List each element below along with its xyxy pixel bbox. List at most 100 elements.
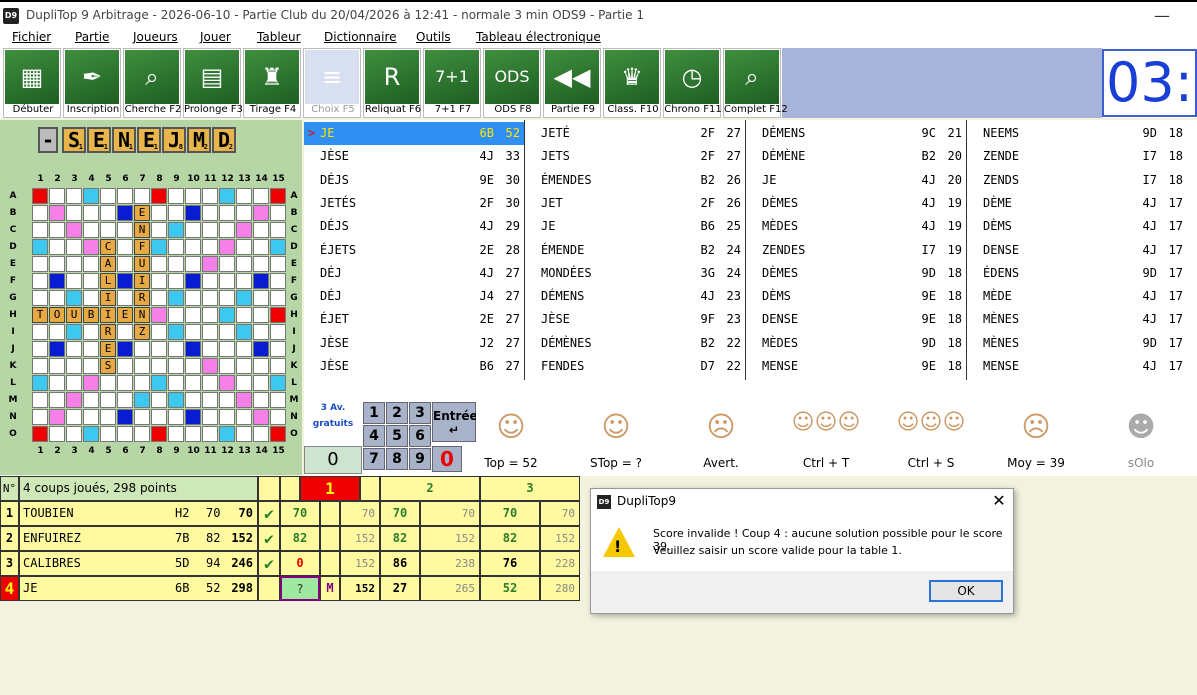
solution-row[interactable]: ÉJETS 2E 28 [304,239,524,262]
board-square[interactable] [117,324,133,340]
board-tile[interactable]: U [134,256,150,272]
board-square[interactable] [66,273,82,289]
board-tile[interactable]: E [100,341,116,357]
board-square[interactable] [202,188,218,204]
solution-row[interactable]: FENDES D7 22 [525,355,745,378]
board-square[interactable] [117,392,133,408]
board-square[interactable] [270,375,286,391]
board-square[interactable] [202,290,218,306]
board-square[interactable] [32,273,48,289]
menu-joueurs[interactable]: Joueurs [133,30,178,44]
board-square[interactable] [83,222,99,238]
solution-row[interactable]: ÉJET 2E 27 [304,308,524,331]
board-tile[interactable]: U [66,307,82,323]
board-square[interactable] [168,341,184,357]
board-square[interactable] [117,409,133,425]
keypad-8[interactable]: 8 [386,448,408,470]
solution-row[interactable]: DÉJS 9E 30 [304,169,524,192]
board-square[interactable] [49,358,65,374]
board-square[interactable] [117,290,133,306]
solution-row[interactable]: DÉJS 4J 29 [304,215,524,238]
board-square[interactable] [202,324,218,340]
board-tile[interactable]: F [134,239,150,255]
board-square[interactable] [202,205,218,221]
board-square[interactable] [202,375,218,391]
solution-row[interactable]: ÉMENDE B2 24 [525,239,745,262]
board-square[interactable] [219,222,235,238]
board-square[interactable] [32,188,48,204]
board-square[interactable] [49,188,65,204]
board-square[interactable] [134,409,150,425]
board-square[interactable] [168,290,184,306]
board-tile[interactable]: A [100,256,116,272]
board-tile[interactable]: C [100,239,116,255]
board-square[interactable] [134,188,150,204]
toolbar-button-7[interactable]: 7+1 7+1 F7 [423,48,481,118]
board-square[interactable] [83,239,99,255]
board-square[interactable] [253,222,269,238]
board-square[interactable] [151,358,167,374]
enter-button[interactable]: Entrée ↵ [432,402,478,442]
solution-row[interactable]: DÉJ J4 27 [304,285,524,308]
board-square[interactable] [32,256,48,272]
table-counter[interactable]: 0 [304,446,362,474]
board-square[interactable] [219,239,235,255]
menu-outils[interactable]: Outils [416,30,451,44]
board-square[interactable] [253,307,269,323]
board-square[interactable] [66,239,82,255]
menu-dictionnaire[interactable]: Dictionnaire [324,30,397,44]
board-square[interactable] [253,358,269,374]
board-tile[interactable]: L [100,273,116,289]
board-square[interactable] [270,256,286,272]
board-square[interactable] [253,341,269,357]
toolbar-button-6[interactable]: R Reliquat F6 [363,48,421,118]
board-square[interactable] [202,222,218,238]
round-1-header[interactable]: 1 [300,476,360,501]
board-square[interactable] [151,375,167,391]
solution-row[interactable]: ZENDS I7 18 [967,169,1187,192]
board-square[interactable] [66,358,82,374]
board-square[interactable] [151,392,167,408]
board-square[interactable] [49,256,65,272]
board-square[interactable] [253,324,269,340]
board-square[interactable] [117,375,133,391]
board-square[interactable] [202,239,218,255]
board-square[interactable] [253,290,269,306]
board-square[interactable] [185,341,201,357]
face-solo-button[interactable]: ☻ sOlo [1106,402,1176,474]
round-2-score[interactable]: 70 [380,501,420,526]
board-square[interactable] [202,426,218,442]
solution-row[interactable]: DENSE 4J 17 [967,239,1187,262]
board-square[interactable] [66,324,82,340]
faces-group-s-button[interactable]: ☺☺☺ Ctrl + S [896,402,966,474]
keypad-6[interactable]: 6 [409,425,431,447]
board-square[interactable] [236,205,252,221]
keypad-2[interactable]: 2 [386,402,408,424]
board-square[interactable] [100,426,116,442]
board-square[interactable] [236,290,252,306]
move-cell[interactable]: TOUBIEN H2 70 70 [19,501,258,526]
board-square[interactable] [270,324,286,340]
toolbar-button-4[interactable]: ♜ Tirage F4 [243,48,301,118]
solution-row[interactable]: MÈNES 9D 17 [967,332,1187,355]
board-square[interactable] [236,188,252,204]
board-square[interactable] [83,290,99,306]
board-square[interactable] [236,409,252,425]
board-square[interactable] [49,409,65,425]
solution-row[interactable]: JÈSE B6 27 [304,355,524,378]
board-square[interactable] [168,392,184,408]
solution-row[interactable]: DÉMÈNES B2 22 [525,332,745,355]
toolbar-button-12[interactable]: ⌕ Complet F12 [723,48,788,118]
solution-row[interactable]: ÉDENS 9D 17 [967,262,1187,285]
board-square[interactable] [253,205,269,221]
board-square[interactable] [168,256,184,272]
board-tile[interactable]: Z [134,324,150,340]
board-square[interactable] [253,273,269,289]
board-square[interactable] [253,188,269,204]
board-square[interactable] [202,256,218,272]
board-square[interactable] [253,375,269,391]
board-square[interactable] [32,392,48,408]
board-square[interactable] [236,341,252,357]
board-square[interactable] [168,273,184,289]
round-3-header[interactable]: 3 [480,476,580,501]
